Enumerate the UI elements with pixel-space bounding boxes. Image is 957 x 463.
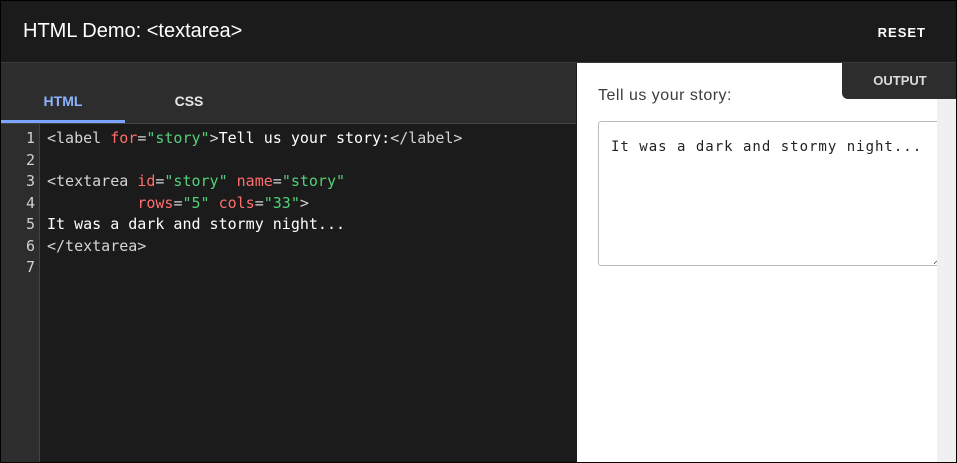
code-token: > bbox=[209, 129, 219, 147]
line-number: 1 bbox=[25, 129, 35, 147]
story-label: Tell us your story: bbox=[598, 87, 732, 104]
reset-button[interactable]: RESET bbox=[878, 25, 926, 40]
output-panel: Tell us your story: It was a dark and st… bbox=[577, 63, 956, 462]
code-line: It was a dark and stormy night... bbox=[47, 214, 345, 236]
story-textarea[interactable]: It was a dark and stormy night... bbox=[598, 121, 943, 266]
code-token: cols bbox=[218, 193, 255, 212]
code-line: <label for="story">Tell us your story:</… bbox=[47, 128, 462, 150]
code-token: name bbox=[236, 172, 273, 190]
code-area[interactable]: 1234567 <label for="story">Tell us your … bbox=[1, 124, 576, 462]
code-token: > bbox=[299, 193, 309, 212]
code-editor-panel: HTML CSS 1234567 <label for="story">Tell… bbox=[1, 63, 576, 462]
header: HTML Demo: <textarea> RESET bbox=[1, 1, 956, 63]
code-line: rows="5" cols="33"> bbox=[47, 193, 309, 215]
line-number: 5 bbox=[25, 215, 35, 233]
output-tab[interactable]: OUTPUT bbox=[842, 63, 956, 99]
line-number: 3 bbox=[25, 172, 35, 190]
code-token: rows bbox=[137, 193, 174, 212]
line-number-gutter: 1 2 3 4 5 6 7 bbox=[1, 124, 40, 462]
code-token: It was a dark and stormy night... bbox=[47, 215, 346, 233]
code-token: "story" bbox=[281, 172, 346, 190]
code-token: "story" bbox=[146, 129, 210, 147]
code-token: <textarea bbox=[47, 172, 138, 190]
line-number: 6 bbox=[25, 236, 35, 255]
editor-tabbar: HTML CSS bbox=[1, 63, 576, 124]
output-scrollbar[interactable] bbox=[937, 63, 956, 462]
code-token: id bbox=[137, 172, 156, 190]
code-token: "story" bbox=[164, 172, 228, 190]
code-token: <label bbox=[47, 129, 111, 147]
line-number: 7 bbox=[25, 258, 35, 276]
code-token: = bbox=[272, 172, 282, 190]
code-token: = bbox=[254, 193, 264, 212]
line-number: 2 bbox=[25, 150, 35, 169]
demo-window: HTML Demo: <textarea> RESET HTML CSS 1 2 3… bbox=[0, 0, 957, 463]
line-number: 4 bbox=[25, 193, 35, 212]
page-title: HTML Demo: <textarea> bbox=[23, 20, 243, 42]
code-token: = bbox=[137, 129, 147, 147]
tab-css[interactable]: CSS bbox=[125, 93, 253, 123]
code-token: </label> bbox=[390, 129, 463, 147]
code-line: </textarea> bbox=[47, 236, 146, 258]
code-token: for bbox=[110, 129, 138, 147]
code-line: <textarea id="story" name="story" bbox=[47, 171, 345, 193]
code-token: </textarea> bbox=[47, 236, 147, 255]
code-token: "33" bbox=[263, 193, 300, 212]
tab-html[interactable]: HTML bbox=[1, 93, 125, 123]
code-token: "5" bbox=[182, 193, 210, 212]
code-token: Tell us your story: bbox=[218, 129, 391, 147]
